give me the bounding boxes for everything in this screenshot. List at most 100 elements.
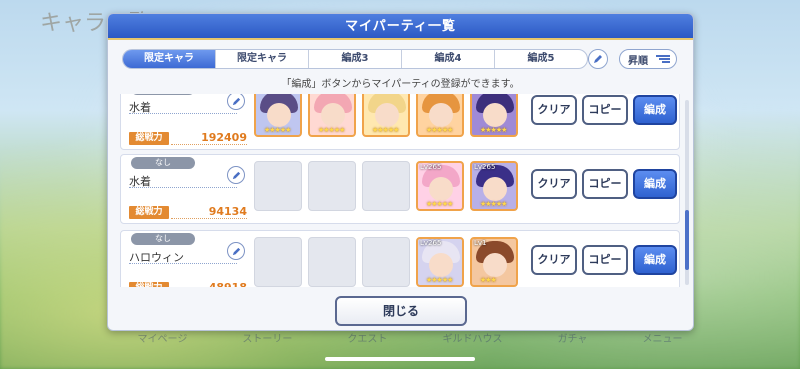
star-rating: ★★★★★	[318, 126, 345, 134]
tab-party-3[interactable]: 編成3	[309, 50, 402, 68]
copy-button[interactable]: コピー	[582, 95, 628, 125]
party-row: なし水着総戦力192409★★★★★★★★★★★★★★★★★★★★★★★★★クリ…	[120, 94, 680, 150]
star-rating: ★★★	[480, 276, 497, 284]
party-tag: なし	[131, 233, 195, 245]
pencil-icon	[232, 97, 240, 105]
character-level: Lv265	[420, 239, 442, 247]
power-value: 192409	[201, 131, 247, 144]
character-face	[375, 103, 399, 127]
character-level: Lv1	[474, 239, 487, 247]
edit-button[interactable]: 編成	[633, 245, 677, 275]
tab-party-1[interactable]: 限定キャラ	[123, 50, 216, 68]
star-rating: ★★★★★	[480, 200, 507, 208]
character-face	[321, 103, 345, 127]
home-indicator[interactable]	[325, 357, 475, 361]
edit-button[interactable]: 編成	[633, 95, 677, 125]
character-face	[429, 177, 453, 201]
empty-slot[interactable]	[254, 161, 302, 211]
character-level: Lv265	[420, 163, 442, 171]
pencil-icon	[232, 247, 240, 255]
divider	[129, 113, 237, 114]
character-icon[interactable]: ★★★★★	[254, 94, 302, 137]
character-icon[interactable]: ★★★★★	[362, 94, 410, 137]
clear-button[interactable]: クリア	[531, 169, 577, 199]
party-tag: なし	[131, 94, 195, 95]
background-bottom-nav: マイページ ストーリー クエスト ギルドハウス ガチャ メニュー	[110, 330, 710, 350]
empty-slot[interactable]	[308, 237, 356, 287]
power-label: 総戦力	[129, 132, 169, 145]
clear-button[interactable]: クリア	[531, 245, 577, 275]
notice-text: 「編成」ボタンからマイパーティの登録ができます。	[281, 79, 520, 90]
power-label: 総戦力	[129, 282, 169, 287]
character-face	[483, 177, 507, 201]
star-rating: ★★★★★	[372, 126, 399, 134]
divider	[129, 187, 237, 188]
rename-party-button[interactable]	[227, 94, 245, 110]
character-slots: Lv265 ★★★★★ Lv265 ★★★★★	[254, 161, 518, 211]
party-actions: クリア コピー 編成	[531, 95, 677, 125]
scroll-thumb[interactable]	[685, 210, 689, 270]
character-icon[interactable]: ★★★★★	[416, 94, 464, 137]
tab-party-4[interactable]: 編成4	[402, 50, 495, 68]
dialog-title: マイパーティ一覧	[108, 14, 693, 40]
sort-label: 昇順	[628, 55, 648, 67]
bg-nav-item: マイページ	[137, 334, 188, 345]
bg-nav-item: ストーリー	[242, 334, 293, 345]
character-icon[interactable]: Lv265 ★★★★★	[416, 237, 464, 287]
my-party-dialog: マイパーティ一覧 限定キャラ 限定キャラ 編成3 編成4 編成5 昇順 「編成」…	[107, 13, 694, 331]
character-icon[interactable]: ★★★★★	[308, 94, 356, 137]
power-value: 48918	[177, 281, 247, 287]
edit-button[interactable]: 編成	[633, 169, 677, 199]
party-actions: クリア コピー 編成	[531, 245, 677, 275]
empty-slot[interactable]	[254, 237, 302, 287]
character-icon[interactable]: Lv1 ★★★	[470, 237, 518, 287]
star-rating: ★★★★★	[480, 126, 507, 134]
character-face	[483, 103, 507, 127]
empty-slot[interactable]	[362, 161, 410, 211]
party-row: なし 水着 総戦力 94134 Lv265 ★★★★★ Lv265 ★★★★★ クリア コピー 編成	[120, 154, 680, 224]
empty-slot[interactable]	[362, 237, 410, 287]
character-icon[interactable]: Lv265 ★★★★★	[470, 161, 518, 211]
scrollbar[interactable]	[685, 100, 689, 285]
character-slots: Lv265 ★★★★★ Lv1 ★★★	[254, 237, 518, 287]
sort-order-button[interactable]: 昇順	[619, 49, 677, 69]
empty-slot[interactable]	[308, 161, 356, 211]
party-list[interactable]: なし水着総戦力192409★★★★★★★★★★★★★★★★★★★★★★★★★クリ…	[120, 94, 680, 287]
power-label: 総戦力	[129, 206, 169, 219]
bg-nav-item: ギルドハウス	[442, 334, 503, 345]
party-tabs: 限定キャラ 限定キャラ 編成3 編成4 編成5	[122, 49, 588, 69]
divider	[171, 218, 247, 219]
copy-button[interactable]: コピー	[582, 169, 628, 199]
character-slots: ★★★★★ ★★★★★ ★★★★★ ★★★★★ ★★★★★	[254, 94, 518, 137]
party-row: なしハロウィン総戦力48918Lv265★★★★★Lv1★★★クリアコピー編成	[120, 230, 680, 287]
star-rating: ★★★★★	[426, 126, 453, 134]
sort-icon	[656, 55, 670, 63]
tab-party-2[interactable]: 限定キャラ	[216, 50, 309, 68]
star-rating: ★★★★★	[264, 126, 291, 134]
party-actions: クリア コピー 編成	[531, 169, 677, 199]
bg-nav-item: メニュー	[642, 334, 683, 345]
tab-party-5[interactable]: 編成5	[495, 50, 587, 68]
copy-button[interactable]: コピー	[582, 245, 628, 275]
star-rating: ★★★★★	[426, 200, 453, 208]
character-face	[483, 253, 507, 277]
character-face	[267, 103, 291, 127]
clear-button[interactable]: クリア	[531, 95, 577, 125]
divider	[129, 263, 237, 264]
party-tag: なし	[131, 157, 195, 169]
character-icon[interactable]: ★★★★★	[470, 94, 518, 137]
close-button[interactable]: 閉じる	[335, 296, 467, 326]
power-value: 94134	[208, 205, 247, 218]
rename-party-button[interactable]	[227, 242, 245, 260]
character-face	[429, 103, 453, 127]
character-face	[429, 253, 453, 277]
pencil-icon	[232, 171, 240, 179]
pencil-icon	[594, 55, 602, 63]
star-rating: ★★★★★	[426, 276, 453, 284]
divider	[171, 144, 247, 145]
rename-tab-button[interactable]	[588, 49, 608, 69]
rename-party-button[interactable]	[227, 166, 245, 184]
character-icon[interactable]: Lv265 ★★★★★	[416, 161, 464, 211]
bg-nav-item: ガチャ	[557, 334, 588, 345]
bg-nav-item: クエスト	[347, 334, 388, 345]
